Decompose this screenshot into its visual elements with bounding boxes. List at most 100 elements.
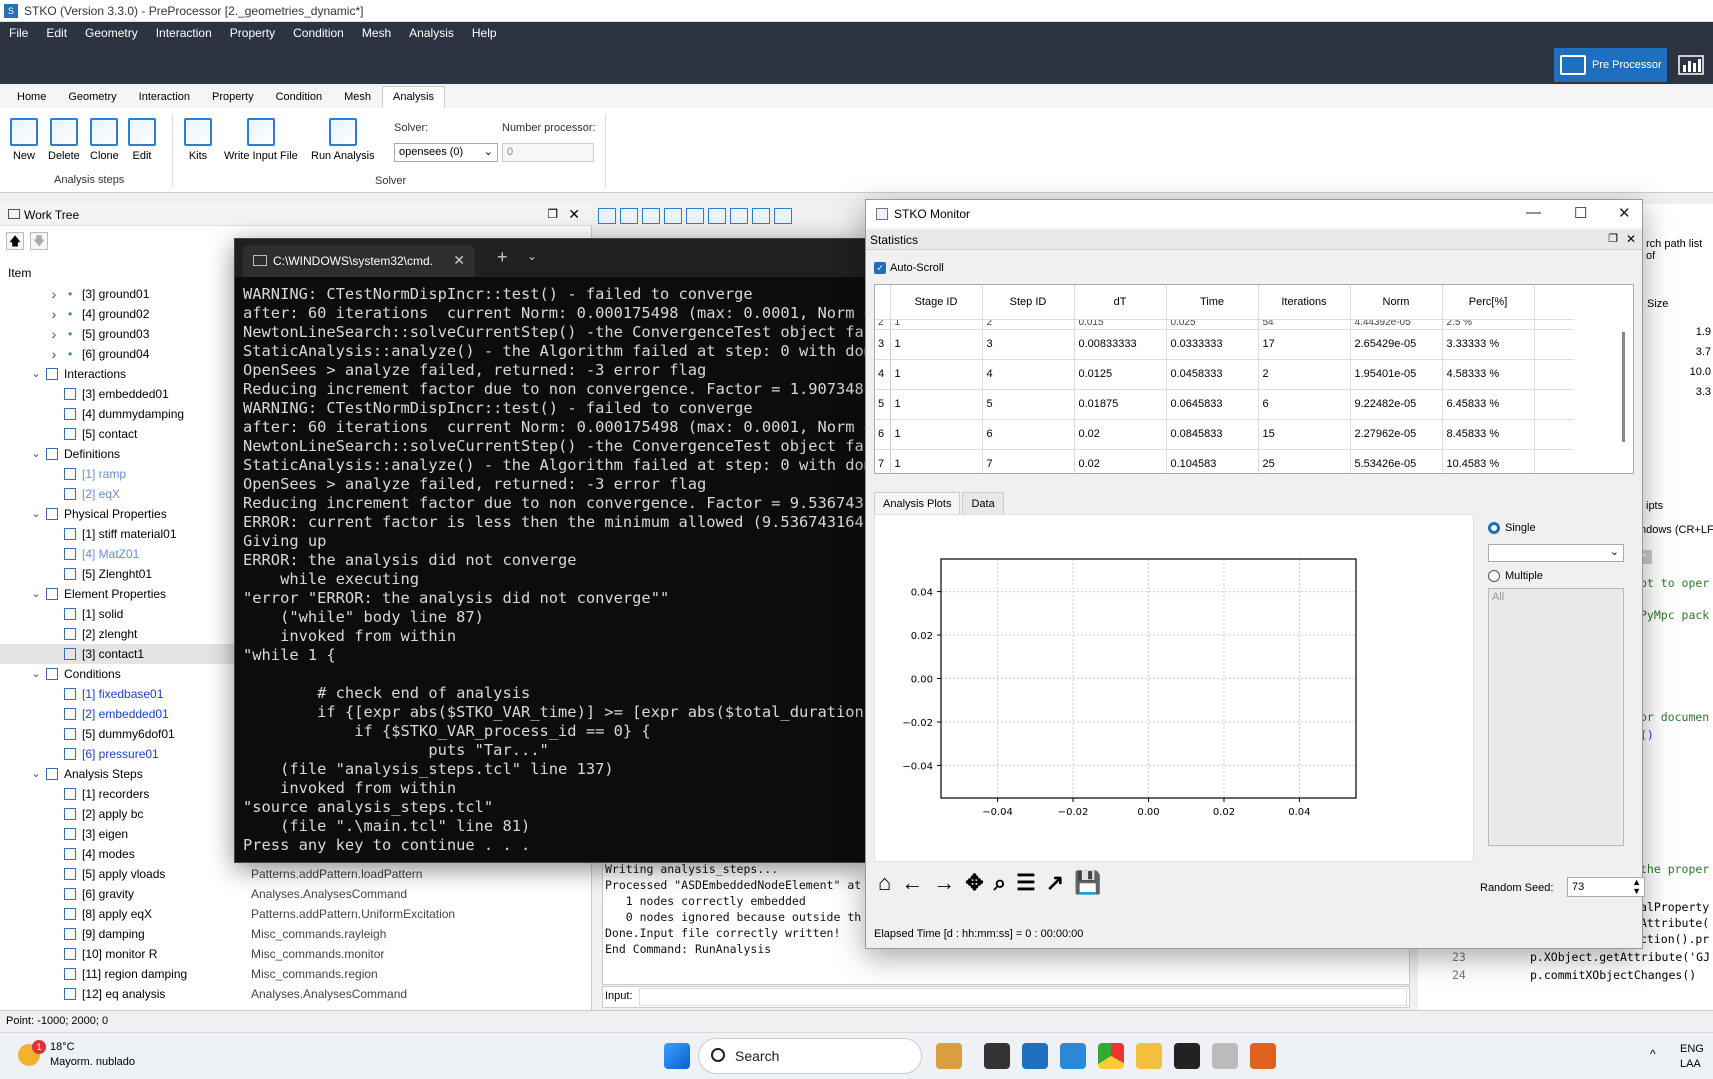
solver-select[interactable]: opensees (0) ⌄ — [394, 143, 498, 162]
view-iso-icon[interactable] — [598, 208, 616, 224]
chevron-down-icon[interactable]: ⌄ — [30, 664, 42, 684]
taskbar-search[interactable]: Search — [698, 1038, 922, 1074]
column-header[interactable]: Stage ID — [890, 285, 983, 320]
menu-condition[interactable]: Condition — [284, 22, 353, 44]
kits-button[interactable]: Kits — [184, 118, 212, 162]
chevron-down-icon[interactable]: ⌄ — [30, 364, 42, 384]
menu-file[interactable]: File — [0, 22, 37, 44]
new-step-button[interactable]: New — [10, 118, 38, 162]
table-row[interactable]: 7 1 7 0.02 0.104583 25 5.53426e-05 10.4583 % — [875, 449, 1574, 473]
tree-item[interactable]: [11] region damping Misc_commands.region — [0, 964, 592, 984]
cmd-window[interactable]: C:\WINDOWS\system32\cmd. ✕ + ⌄ WARNING: … — [234, 238, 866, 863]
tab-analysis[interactable]: Analysis — [381, 86, 445, 108]
close-icon[interactable]: ✕ — [1626, 232, 1636, 246]
tree-item[interactable]: [6] gravity Analyses.AnalysesCommand — [0, 884, 592, 904]
stko-icon[interactable] — [1022, 1043, 1048, 1069]
multiple-list[interactable]: All — [1488, 588, 1624, 846]
column-header[interactable]: Iterations — [1258, 285, 1351, 320]
write-input-file-button[interactable]: Write Input File — [224, 118, 298, 162]
minimize-icon[interactable]: — — [1526, 204, 1541, 221]
run-analysis-button[interactable]: Run Analysis — [311, 118, 375, 162]
menu-analysis[interactable]: Analysis — [400, 22, 463, 44]
configure-icon[interactable]: ☰ — [1016, 870, 1036, 896]
tab-interaction[interactable]: Interaction — [128, 86, 201, 108]
menu-property[interactable]: Property — [221, 22, 284, 44]
forward-icon[interactable]: → — [933, 870, 955, 896]
table-row[interactable]: 4 1 4 0.0125 0.0458333 2 1.95401e-05 4.58333 % — [875, 359, 1574, 390]
tree-item[interactable]: [12] eq analysis Analyses.AnalysesCommand — [0, 984, 592, 1004]
maximize-icon[interactable]: ☐ — [1574, 204, 1587, 222]
table-row[interactable]: 3 1 3 0.00833333 0.0333333 17 2.65429e-05 3.333… — [875, 329, 1574, 360]
restore-icon[interactable]: ❐ — [1608, 232, 1618, 245]
view-back-icon[interactable] — [642, 208, 660, 224]
zoom-icon[interactable]: ⌕ — [994, 870, 1006, 896]
number-processor-spinbox[interactable]: 0 — [502, 143, 594, 162]
tab-home[interactable]: Home — [6, 86, 57, 108]
new-tab-icon[interactable]: + — [497, 247, 508, 268]
file-explorer-icon[interactable] — [1136, 1043, 1162, 1069]
menu-help[interactable]: Help — [463, 22, 506, 44]
chevron-right-icon[interactable]: › — [48, 324, 60, 344]
app-icon[interactable] — [1250, 1043, 1276, 1069]
save-icon[interactable]: 💾 — [1074, 870, 1101, 896]
chevron-down-icon[interactable]: ⌄ — [30, 444, 42, 464]
terminal-icon[interactable] — [1174, 1043, 1200, 1069]
chrome-icon[interactable] — [1098, 1043, 1124, 1069]
chevron-down-icon[interactable]: ⌄ — [30, 764, 42, 784]
plot-select[interactable]: ⌄ — [1488, 544, 1624, 562]
post-processor-button[interactable] — [1670, 48, 1713, 82]
view-left-icon[interactable] — [664, 208, 682, 224]
menu-mesh[interactable]: Mesh — [353, 22, 400, 44]
edit-step-button[interactable]: Edit — [128, 118, 156, 162]
chevron-right-icon[interactable]: › — [48, 304, 60, 324]
eye-icon[interactable] — [752, 208, 770, 224]
language-indicator[interactable]: ENG LAA — [1680, 1042, 1704, 1072]
table-row[interactable]: 5 1 5 0.01875 0.0645833 6 9.22482e-05 6.45833 % — [875, 389, 1574, 420]
column-header[interactable]: Perc[%] — [1442, 285, 1535, 320]
edit-curve-icon[interactable]: ↗ — [1046, 870, 1064, 896]
eye-hide-icon[interactable] — [774, 208, 792, 224]
chevron-right-icon[interactable]: › — [48, 284, 60, 304]
chevron-up-icon[interactable]: ^ — [1650, 1047, 1656, 1061]
close-icon[interactable]: ✕ — [453, 252, 465, 269]
auto-scroll-checkbox[interactable]: ✓ Auto-Scroll — [874, 262, 944, 274]
stko-monitor-icon[interactable] — [1212, 1043, 1238, 1069]
table-row[interactable]: 6 1 6 0.02 0.0845833 15 2.27962e-05 8.45833 % — [875, 419, 1574, 450]
task-view-icon[interactable] — [984, 1043, 1010, 1069]
weather-widget[interactable]: 1 18°C Mayorm. nublado — [18, 1040, 135, 1070]
home-icon[interactable]: ⌂ — [878, 870, 891, 896]
column-header[interactable]: Time — [1166, 285, 1259, 320]
multiple-radio[interactable]: Multiple — [1488, 570, 1543, 582]
tab-data[interactable]: Data — [962, 492, 1004, 515]
single-radio[interactable]: Single — [1488, 522, 1536, 534]
move-up-icon[interactable]: 🡅 — [6, 232, 24, 250]
tree-item[interactable]: [5] apply vloads Patterns.addPattern.load… — [0, 864, 592, 884]
column-header[interactable]: Step ID — [982, 285, 1075, 320]
delete-step-button[interactable]: Delete — [48, 118, 80, 162]
tab-mesh[interactable]: Mesh — [333, 86, 382, 108]
chevron-down-icon[interactable]: ⌄ — [30, 504, 42, 524]
view-top-icon[interactable] — [708, 208, 726, 224]
column-header[interactable]: Norm — [1350, 285, 1443, 320]
chevron-right-icon[interactable]: › — [48, 344, 60, 364]
vscode-icon[interactable] — [1060, 1043, 1086, 1069]
column-header[interactable]: dT — [1074, 285, 1167, 320]
widgets-icon[interactable] — [936, 1043, 962, 1069]
view-bottom-icon[interactable] — [730, 208, 748, 224]
menu-interaction[interactable]: Interaction — [147, 22, 221, 44]
tab-property[interactable]: Property — [201, 86, 265, 108]
tree-item[interactable]: [9] damping Misc_commands.rayleigh — [0, 924, 592, 944]
tree-item[interactable]: [10] monitor R Misc_commands.monitor — [0, 944, 592, 964]
pan-icon[interactable]: ✥ — [965, 870, 983, 896]
close-icon[interactable]: ✕ — [568, 206, 580, 223]
tab-condition[interactable]: Condition — [265, 86, 333, 108]
view-right-icon[interactable] — [686, 208, 704, 224]
chevron-down-icon[interactable]: ⌄ — [30, 584, 42, 604]
menu-edit[interactable]: Edit — [37, 22, 76, 44]
table-scrollbar[interactable] — [1622, 332, 1625, 442]
close-icon[interactable]: ✕ — [1618, 204, 1631, 222]
start-icon[interactable] — [664, 1043, 690, 1069]
clone-step-button[interactable]: Clone — [90, 118, 119, 162]
chevron-down-icon[interactable]: ⌄ — [527, 249, 537, 263]
cmd-tab[interactable]: C:\WINDOWS\system32\cmd. ✕ — [243, 245, 475, 277]
